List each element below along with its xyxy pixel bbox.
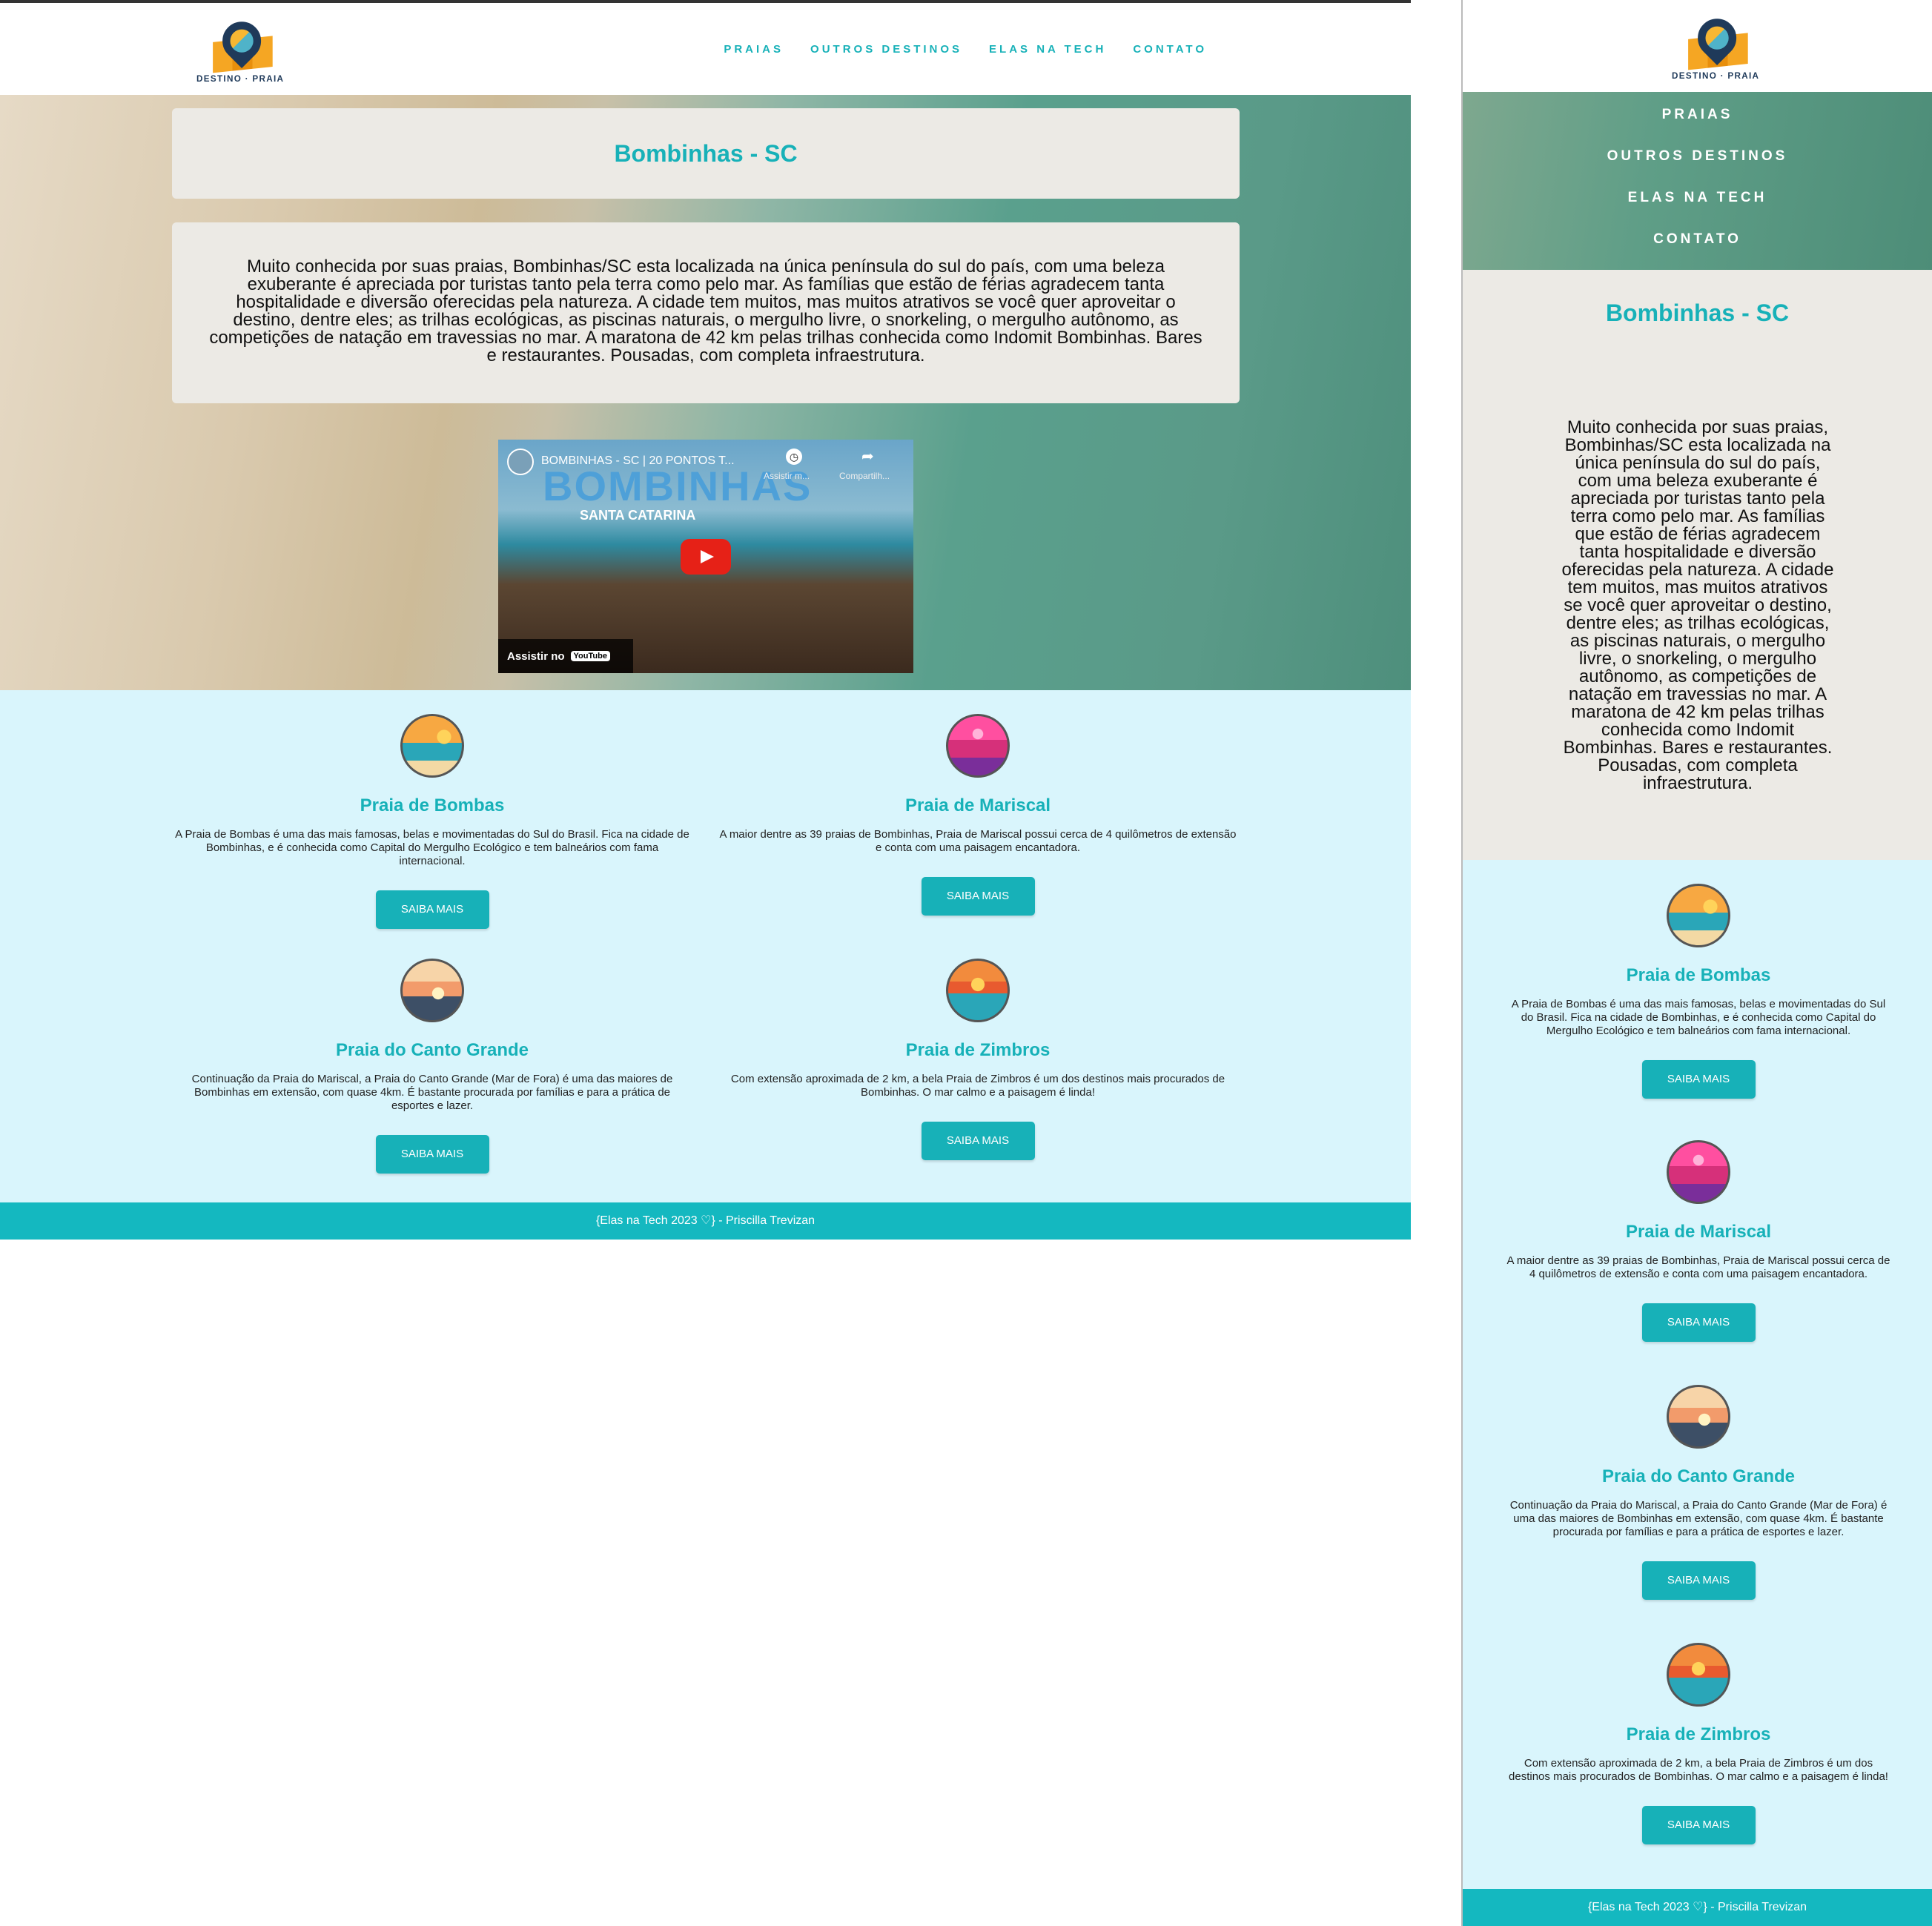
beach-sunset-icon bbox=[1667, 884, 1730, 947]
beach-name: Praia de Bombas bbox=[360, 795, 505, 815]
nav-elas-na-tech[interactable]: ELAS NA TECH bbox=[1463, 177, 1932, 219]
nav-praias[interactable]: PRAIAS bbox=[1463, 94, 1932, 136]
youtube-video-embed[interactable]: BOMBINHAS SANTA CATARINA BOMBINHAS - SC … bbox=[498, 440, 913, 673]
pink-palm-icon bbox=[946, 714, 1010, 778]
beach-name: Praia de Zimbros bbox=[905, 1040, 1051, 1060]
beach-card: Praia de Bombas A Praia de Bombas é uma … bbox=[173, 714, 692, 929]
island-sunset-icon bbox=[1667, 1643, 1730, 1707]
site-header: DESTINO · PRAIA PRAIAS OUTROS DESTINOS E… bbox=[0, 3, 1411, 95]
page-title: Bombinhas - SC bbox=[1605, 300, 1790, 326]
clock-icon[interactable]: ◷ bbox=[786, 449, 802, 465]
title-panel: Bombinhas - SC bbox=[172, 108, 1240, 199]
map-pin-logo-icon bbox=[207, 13, 274, 73]
mobile-nav: PRAIAS OUTROS DESTINOS ELAS NA TECH CONT… bbox=[1463, 92, 1932, 270]
beach-description: Continuação da Praia do Mariscal, a Prai… bbox=[1509, 1499, 1888, 1538]
beach-card: Praia do Canto Grande Continuação da Pra… bbox=[173, 959, 692, 1174]
beach-card: Praia de Zimbros Com extensão aproximada… bbox=[1506, 1643, 1891, 1844]
beach-name: Praia de Bombas bbox=[1626, 965, 1771, 985]
beach-description: A Praia de Bombas é uma das mais famosas… bbox=[1511, 998, 1886, 1037]
mobile-view: DESTINO · PRAIA PRAIAS OUTROS DESTINOS E… bbox=[1461, 0, 1932, 1926]
beach-card: Praia de Bombas A Praia de Bombas é uma … bbox=[1506, 884, 1891, 1099]
watch-on-label: Assistir no bbox=[507, 649, 565, 663]
saiba-mais-button[interactable]: SAIBA MAIS bbox=[1641, 1806, 1756, 1844]
saiba-mais-button[interactable]: SAIBA MAIS bbox=[921, 877, 1035, 916]
screenshot-stage: DESTINO · PRAIA PRAIAS OUTROS DESTINOS E… bbox=[0, 0, 1932, 1926]
desktop-view: DESTINO · PRAIA PRAIAS OUTROS DESTINOS E… bbox=[0, 0, 1411, 1240]
beach-card: Praia de Zimbros Com extensão aproximada… bbox=[718, 959, 1237, 1160]
nav-outros-destinos[interactable]: OUTROS DESTINOS bbox=[810, 43, 962, 56]
saiba-mais-button[interactable]: SAIBA MAIS bbox=[1641, 1561, 1756, 1600]
logo-text: DESTINO · PRAIA bbox=[196, 73, 285, 84]
pink-palm-icon bbox=[1667, 1140, 1730, 1204]
hero-section: Bombinhas - SC Muito conhecida por suas … bbox=[0, 95, 1411, 690]
hero-description: Muito conhecida por suas praias, Bombinh… bbox=[209, 257, 1202, 365]
saiba-mais-button[interactable]: SAIBA MAIS bbox=[375, 890, 489, 929]
watch-later-label[interactable]: Assistir m... bbox=[764, 471, 810, 481]
saiba-mais-button[interactable]: SAIBA MAIS bbox=[921, 1122, 1035, 1160]
beach-description: Continuação da Praia do Mariscal, a Prai… bbox=[191, 1073, 673, 1112]
channel-avatar[interactable] bbox=[507, 449, 534, 475]
video-overlay-title: BOMBINHAS bbox=[543, 463, 813, 509]
hero-description: Muito conhecida por suas praias, Bombinh… bbox=[1561, 417, 1834, 793]
site-logo[interactable]: DESTINO · PRAIA bbox=[196, 13, 285, 84]
beach-description: Com extensão aproximada de 2 km, a bela … bbox=[730, 1073, 1225, 1099]
video-overlay-subtitle: SANTA CATARINA bbox=[580, 508, 696, 523]
site-footer: {Elas na Tech 2023 ♡} - Priscilla Treviz… bbox=[0, 1202, 1411, 1240]
map-pin-logo-icon bbox=[1682, 10, 1750, 70]
nav-contato[interactable]: CONTATO bbox=[1463, 219, 1932, 260]
nav-contato[interactable]: CONTATO bbox=[1133, 43, 1207, 56]
mobile-intro: Bombinhas - SC Muito conhecida por suas … bbox=[1463, 270, 1932, 860]
beach-card: Praia de Mariscal A maior dentre as 39 p… bbox=[718, 714, 1237, 916]
nav-outros-destinos[interactable]: OUTROS DESTINOS bbox=[1463, 136, 1932, 177]
beach-card: Praia de Mariscal A maior dentre as 39 p… bbox=[1506, 1140, 1891, 1342]
site-logo[interactable]: DESTINO · PRAIA bbox=[1672, 10, 1760, 81]
beaches-section: Praia de Bombas A Praia de Bombas é uma … bbox=[0, 690, 1411, 1202]
mobile-header: DESTINO · PRAIA bbox=[1463, 0, 1932, 92]
video-title[interactable]: BOMBINHAS - SC | 20 PONTOS T... bbox=[541, 454, 735, 468]
beach-name: Praia de Mariscal bbox=[904, 795, 1051, 815]
beach-card: Praia do Canto Grande Continuação da Pra… bbox=[1506, 1385, 1891, 1600]
island-sunset-icon bbox=[946, 959, 1010, 1022]
beach-sunset-icon bbox=[400, 714, 464, 778]
beach-name: Praia do Canto Grande bbox=[335, 1040, 529, 1060]
play-button-icon[interactable] bbox=[681, 539, 731, 575]
saiba-mais-button[interactable]: SAIBA MAIS bbox=[1641, 1060, 1756, 1099]
palm-sunset-icon bbox=[400, 959, 464, 1022]
beach-description: A maior dentre as 39 praias de Bombinhas… bbox=[719, 828, 1237, 854]
share-icon[interactable]: ➦ bbox=[861, 447, 874, 466]
page-title: Bombinhas - SC bbox=[614, 139, 798, 167]
nav-praias[interactable]: PRAIAS bbox=[724, 43, 784, 56]
description-panel: Muito conhecida por suas praias, Bombinh… bbox=[172, 222, 1240, 403]
palm-sunset-icon bbox=[1667, 1385, 1730, 1449]
watch-on-youtube-button[interactable]: Assistir no YouTube bbox=[498, 639, 633, 673]
logo-text: DESTINO · PRAIA bbox=[1672, 70, 1760, 81]
beach-name: Praia do Canto Grande bbox=[1601, 1466, 1796, 1486]
beach-description: Com extensão aproximada de 2 km, a bela … bbox=[1509, 1757, 1888, 1783]
beach-description: A maior dentre as 39 praias de Bombinhas… bbox=[1506, 1254, 1890, 1280]
saiba-mais-button[interactable]: SAIBA MAIS bbox=[375, 1135, 489, 1174]
beach-name: Praia de Mariscal bbox=[1625, 1222, 1772, 1242]
beaches-section: Praia de Bombas A Praia de Bombas é uma … bbox=[1463, 860, 1932, 1889]
beach-description: A Praia de Bombas é uma das mais famosas… bbox=[175, 828, 689, 867]
nav-elas-na-tech[interactable]: ELAS NA TECH bbox=[989, 43, 1106, 56]
share-label[interactable]: Compartilh... bbox=[839, 471, 890, 481]
site-footer: {Elas na Tech 2023 ♡} - Priscilla Treviz… bbox=[1463, 1889, 1932, 1926]
beach-name: Praia de Zimbros bbox=[1626, 1724, 1771, 1744]
youtube-logo-icon: YouTube bbox=[570, 651, 610, 661]
main-nav: PRAIAS OUTROS DESTINOS ELAS NA TECH CONT… bbox=[724, 43, 1207, 56]
saiba-mais-button[interactable]: SAIBA MAIS bbox=[1641, 1303, 1756, 1342]
